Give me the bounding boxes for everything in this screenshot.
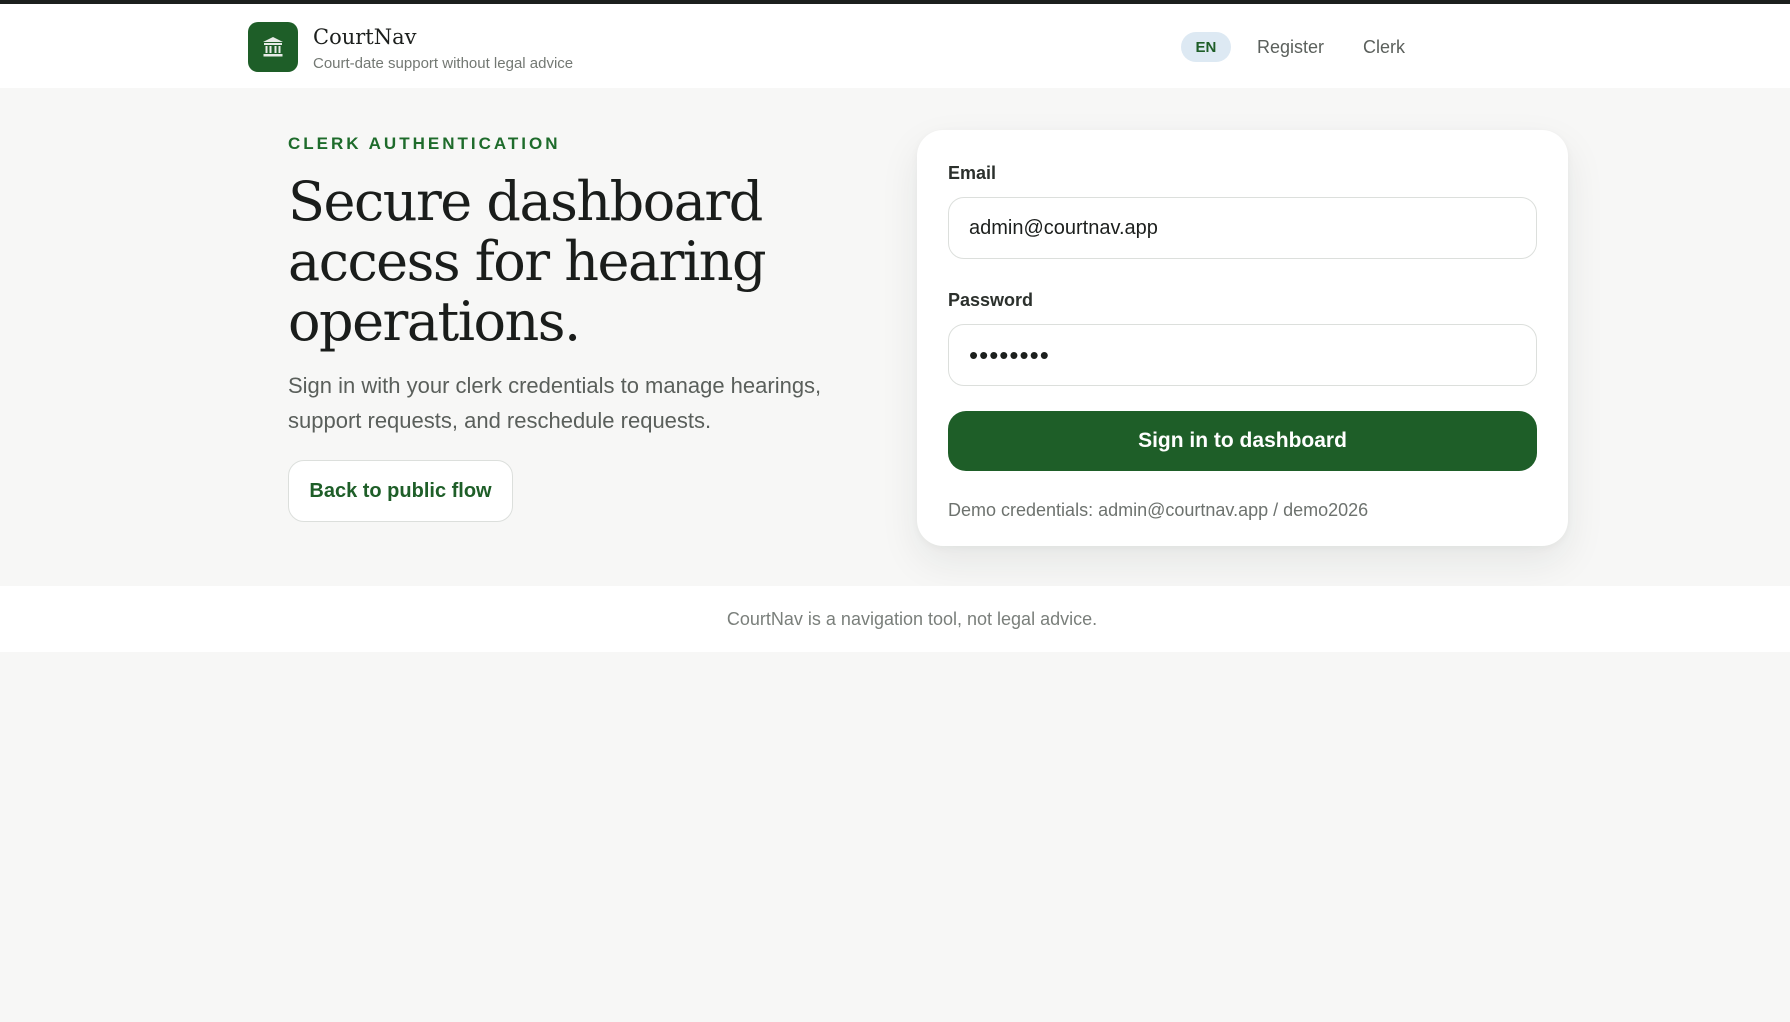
footer-disclaimer: CourtNav is a navigation tool, not legal… [726, 608, 1098, 629]
password-field[interactable]: •••••••• [948, 324, 1537, 386]
email-label: Email [948, 163, 997, 183]
site-footer: CourtNav is a navigation tool, not legal… [0, 586, 1790, 652]
site-header: CourtNav Court-date support without lega… [0, 4, 1790, 88]
nav-link-clerk[interactable]: Clerk [1363, 32, 1405, 62]
login-card: Email admin@courtnav.app Password ••••••… [917, 130, 1568, 546]
page-title: Secure dashboard access for hearing oper… [288, 170, 767, 353]
section-eyebrow: CLERK AUTHENTICATION [288, 134, 561, 153]
email-field[interactable]: admin@courtnav.app [948, 197, 1537, 259]
page-description: Sign in with your clerk credentials to m… [288, 373, 822, 433]
demo-credentials-note: Demo credentials: admin@courtnav.app / d… [948, 500, 1369, 520]
brand[interactable]: CourtNav Court-date support without lega… [248, 22, 573, 73]
brand-name: CourtNav [313, 25, 417, 49]
courthouse-icon [248, 22, 298, 72]
nav-link-register[interactable]: Register [1257, 32, 1324, 62]
language-toggle[interactable]: EN [1180, 32, 1231, 62]
hero-section: CLERK AUTHENTICATION Secure dashboard ac… [0, 88, 1790, 586]
brand-tagline: Court-date support without legal advice [313, 55, 574, 72]
back-to-public-flow-button[interactable]: Back to public flow [288, 460, 513, 522]
password-label: Password [948, 290, 1034, 310]
top-nav: EN Register Clerk [1180, 32, 1405, 62]
intro-column: CLERK AUTHENTICATION Secure dashboard ac… [288, 134, 848, 522]
sign-in-button[interactable]: Sign in to dashboard [948, 411, 1537, 471]
